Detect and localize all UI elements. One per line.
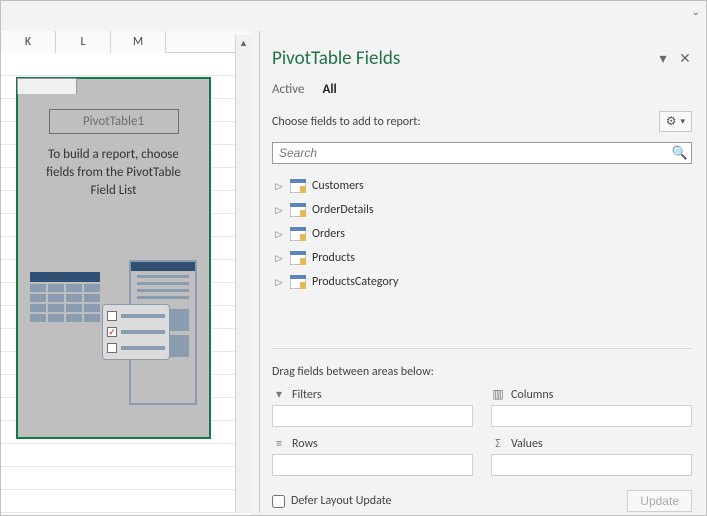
expand-icon[interactable]: ▷	[274, 229, 284, 240]
placeholder-tab	[17, 78, 77, 94]
rows-area[interactable]: ≡ Rows	[272, 437, 473, 476]
pane-close-button[interactable]: ✕	[678, 52, 692, 66]
field-label: Customers	[312, 179, 364, 193]
table-icon	[290, 251, 306, 265]
placeholder-graphic: ✓	[18, 242, 209, 422]
filters-area[interactable]: ▾ Filters	[272, 387, 473, 427]
field-label: Orders	[312, 227, 345, 241]
update-button[interactable]: Update	[627, 490, 692, 512]
drag-areas-label: Drag fields between areas below:	[272, 348, 692, 387]
tab-active[interactable]: Active	[272, 82, 304, 97]
values-area[interactable]: Σ Values	[491, 437, 692, 476]
filters-label: Filters	[292, 388, 322, 402]
rows-label: Rows	[292, 437, 318, 451]
columns-area[interactable]: ▥ Columns	[491, 387, 692, 427]
field-label: ProductsCategory	[312, 275, 398, 289]
field-list[interactable]: ▷ Customers ▷ OrderDetails ▷ Orders ▷ Pr…	[272, 174, 692, 342]
search-icon[interactable]: 🔍	[669, 143, 691, 163]
expand-icon[interactable]: ▷	[274, 205, 284, 216]
fields-settings-button[interactable]: ⚙ ▾	[659, 111, 692, 132]
chevron-down-icon: ▾	[680, 116, 685, 127]
values-dropzone[interactable]	[491, 454, 692, 476]
placeholder-line-2: fields from the PivotTable	[26, 164, 201, 182]
filters-dropzone[interactable]	[272, 405, 473, 427]
table-icon	[290, 227, 306, 241]
filter-icon: ▾	[272, 387, 286, 402]
field-label: Products	[312, 251, 355, 265]
column-header-m[interactable]: M	[111, 31, 166, 53]
search-field[interactable]: 🔍	[272, 142, 692, 164]
column-header-l[interactable]: L	[56, 31, 111, 53]
mini-checklist-icon: ✓	[102, 304, 170, 360]
placeholder-line-3: Field List	[26, 182, 201, 200]
expand-icon[interactable]: ▷	[274, 253, 284, 264]
mini-table-icon	[30, 272, 100, 324]
pane-options-button[interactable]: ▾	[656, 52, 670, 66]
expand-icon[interactable]: ▷	[274, 277, 284, 288]
table-icon	[290, 179, 306, 193]
field-item-orderdetails[interactable]: ▷ OrderDetails	[272, 198, 692, 222]
pane-title: PivotTable Fields	[272, 47, 648, 70]
field-item-products[interactable]: ▷ Products	[272, 246, 692, 270]
collapse-caret[interactable]: ⌄	[692, 5, 700, 18]
columns-icon: ▥	[491, 387, 505, 402]
vertical-scrollbar[interactable]: ▲	[235, 35, 251, 513]
search-input[interactable]	[273, 143, 669, 163]
pivottable-name-box: PivotTable1	[49, 109, 179, 134]
pivottable-placeholder[interactable]: PivotTable1 To build a report, choose fi…	[16, 77, 211, 439]
rows-icon: ≡	[272, 437, 286, 451]
field-item-customers[interactable]: ▷ Customers	[272, 174, 692, 198]
tab-all[interactable]: All	[322, 82, 336, 97]
values-icon: Σ	[491, 437, 505, 451]
pivottable-fields-pane: PivotTable Fields ▾ ✕ Active All Choose …	[259, 31, 704, 513]
table-icon	[290, 203, 306, 217]
field-item-productscategory[interactable]: ▷ ProductsCategory	[272, 270, 692, 294]
columns-dropzone[interactable]	[491, 405, 692, 427]
worksheet-grid[interactable]: K L M PivotTable1 To build a report, cho…	[1, 31, 251, 515]
defer-layout-checkbox[interactable]	[272, 495, 285, 508]
columns-label: Columns	[511, 388, 553, 402]
defer-layout-label: Defer Layout Update	[291, 494, 392, 508]
choose-fields-label: Choose fields to add to report:	[272, 115, 651, 129]
rows-dropzone[interactable]	[272, 454, 473, 476]
field-item-orders[interactable]: ▷ Orders	[272, 222, 692, 246]
table-icon	[290, 275, 306, 289]
field-label: OrderDetails	[312, 203, 374, 217]
column-header-k[interactable]: K	[1, 31, 56, 53]
placeholder-instruction: To build a report, choose fields from th…	[18, 146, 209, 201]
values-label: Values	[511, 437, 543, 451]
placeholder-line-1: To build a report, choose	[26, 146, 201, 164]
gear-icon: ⚙	[666, 114, 677, 129]
scroll-up-icon[interactable]: ▲	[236, 35, 251, 51]
expand-icon[interactable]: ▷	[274, 181, 284, 192]
